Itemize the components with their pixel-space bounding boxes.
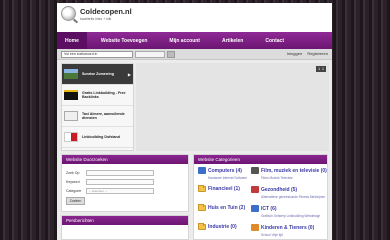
account-links: Inloggen Registreren <box>283 51 328 56</box>
nav-artikelen[interactable]: Artikelen <box>222 38 243 44</box>
nav-website-toevoegen[interactable]: Website Toevoegen <box>101 38 148 44</box>
search-bar: Vul een zoekwoord in Inloggen Registrere… <box>57 49 332 60</box>
logo-title: Coldecopen.nl <box>80 6 132 16</box>
magnifier-logo-icon <box>61 6 76 21</box>
search-category-select[interactable] <box>135 51 165 58</box>
page: Coldecopen.nl kwaliteits links + klik Ho… <box>57 3 332 240</box>
header: Coldecopen.nl kwaliteits links + klik <box>57 3 332 32</box>
nav-home[interactable]: Home <box>57 31 87 50</box>
main-nav: Home Website Toevoegen Mijn account Arti… <box>57 31 332 50</box>
logo-subtitle: kwaliteits links + klik <box>80 16 112 21</box>
nav-contact[interactable]: Contact <box>265 38 284 44</box>
nav-mijn-account[interactable]: Mijn account <box>169 38 200 44</box>
login-link[interactable]: Inloggen <box>287 51 302 56</box>
search-button[interactable] <box>167 51 175 58</box>
register-link[interactable]: Registreren <box>307 51 328 56</box>
site-logo[interactable]: Coldecopen.nl kwaliteits links + klik <box>61 6 132 21</box>
search-input[interactable]: Vul een zoekwoord in <box>61 51 133 58</box>
